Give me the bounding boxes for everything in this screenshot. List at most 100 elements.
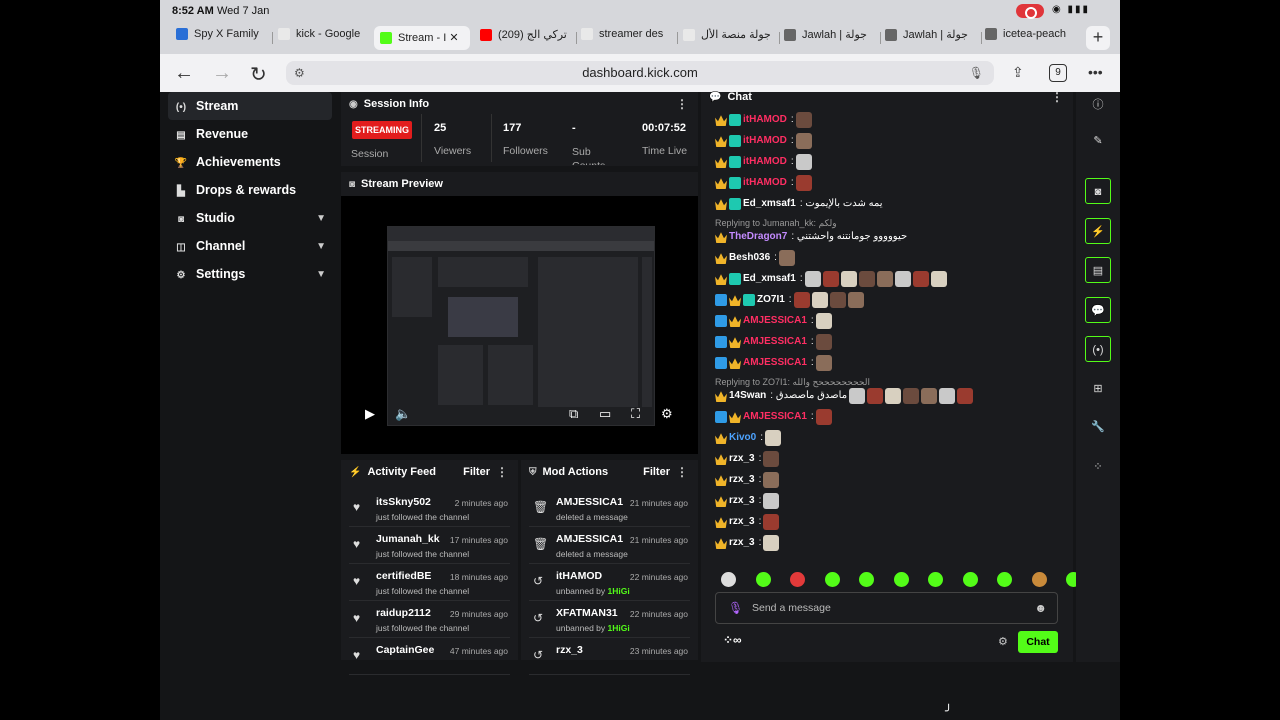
pip-icon[interactable]: ⧉: [569, 406, 578, 422]
tab-6[interactable]: جولة منصة الأل: [683, 28, 775, 48]
sidebar-item-channel[interactable]: ◫ Channel ▼: [168, 232, 332, 260]
send-chat-button[interactable]: Chat: [1018, 631, 1058, 653]
volume-icon[interactable]: 🔈: [395, 406, 411, 422]
back-icon[interactable]: ←: [174, 62, 194, 85]
chevron-down-icon[interactable]: ▼: [316, 209, 326, 229]
forward-icon[interactable]: →: [212, 62, 232, 85]
username[interactable]: AMJESSICA1: [556, 496, 623, 508]
chat-username[interactable]: rzx_3: [729, 453, 755, 464]
moderator-name[interactable]: 1HiGi: [608, 623, 630, 633]
new-tab-button[interactable]: +: [1086, 26, 1110, 50]
kebab-icon[interactable]: ⋮: [676, 460, 688, 484]
settings-icon[interactable]: ⚙: [661, 406, 673, 422]
chat-username[interactable]: rzx_3: [729, 474, 755, 485]
chat-username[interactable]: itHAMOD: [743, 177, 787, 188]
screen-record-icon[interactable]: [1016, 4, 1044, 19]
emoji-icon[interactable]: ☻: [1034, 601, 1047, 615]
quick-emote-icon[interactable]: [962, 572, 978, 587]
activity-filter-button[interactable]: Filter: [463, 460, 490, 484]
chat-username[interactable]: Ed_xmsaf1: [743, 273, 796, 284]
sidebar-item-stream[interactable]: (•) Stream: [168, 92, 332, 120]
sidebar-item-drops[interactable]: ▙ Drops & rewards: [168, 176, 332, 204]
moderator-name[interactable]: 1HiGi: [608, 586, 630, 596]
kebab-icon[interactable]: ⋮: [496, 460, 508, 484]
chat-username[interactable]: rzx_3: [729, 495, 755, 506]
tab-8[interactable]: Jawlah | جولة: [885, 28, 977, 48]
username[interactable]: AMJESSICA1: [556, 533, 623, 545]
tab-5[interactable]: streamer des: [581, 28, 673, 48]
wrench-icon[interactable]: 🔧: [1085, 414, 1111, 440]
microphone-icon[interactable]: 🎙: [969, 61, 984, 85]
notes-icon[interactable]: ▤: [1085, 257, 1111, 283]
quick-emote-icon[interactable]: [1031, 572, 1047, 587]
chat-username[interactable]: AMJESSICA1: [743, 411, 807, 422]
kebab-icon[interactable]: ⋮: [676, 92, 688, 116]
chat-username[interactable]: Besh036: [729, 252, 770, 263]
share-icon[interactable]: ⇪: [1012, 64, 1024, 81]
chat-username[interactable]: AMJESSICA1: [743, 315, 807, 326]
quick-emote-icon[interactable]: [721, 572, 736, 587]
quick-emote-icon[interactable]: [824, 572, 840, 587]
username[interactable]: XFATMAN31: [556, 607, 618, 619]
layout-icon[interactable]: ⊞: [1085, 376, 1111, 402]
username[interactable]: CaptainGee: [376, 644, 434, 656]
chevron-down-icon[interactable]: ▼: [316, 265, 326, 285]
bolt-icon[interactable]: ⚡: [1085, 218, 1111, 244]
quick-emote-icon[interactable]: [928, 572, 943, 587]
mod-filter-button[interactable]: Filter: [643, 460, 670, 484]
close-tab-icon[interactable]: ✕: [446, 32, 458, 44]
sidebar-item-studio[interactable]: ◙ Studio ▼: [168, 204, 332, 232]
chat-username[interactable]: TheDragon7: [729, 231, 787, 242]
microphone-icon[interactable]: 🎙: [728, 601, 743, 615]
broadcast-icon[interactable]: (•): [1085, 336, 1111, 362]
chat-username[interactable]: itHAMOD: [743, 135, 787, 146]
chat-settings-icon[interactable]: ⚙: [998, 635, 1008, 648]
username[interactable]: Jumanah_kk: [376, 533, 440, 545]
tab-3[interactable]: Stream - I ✕: [374, 26, 470, 50]
quick-emote-icon[interactable]: [859, 572, 874, 587]
tab-4[interactable]: (209) تركي الج: [480, 28, 572, 48]
chat-username[interactable]: AMJESSICA1: [743, 357, 807, 368]
channel-points-icon[interactable]: ⁘∞: [723, 633, 742, 647]
sidebar-item-revenue[interactable]: ▤ Revenue: [168, 120, 332, 148]
tab-1[interactable]: Spy X Family: [176, 28, 268, 48]
tab-9[interactable]: icetea-peach: [985, 28, 1069, 48]
chat-username[interactable]: itHAMOD: [743, 114, 787, 125]
video-player[interactable]: ▶ 🔈 ⧉ ▭ ⛶ ⚙: [341, 196, 698, 454]
theater-icon[interactable]: ▭: [599, 406, 611, 422]
username[interactable]: certifiedBE: [376, 570, 431, 582]
edit-icon[interactable]: ✎: [1085, 128, 1111, 154]
sidebar-item-settings[interactable]: ⚙ Settings ▼: [168, 260, 332, 288]
info-icon[interactable]: ⓘ: [1085, 92, 1111, 118]
chat-username[interactable]: AMJESSICA1: [743, 336, 807, 347]
username[interactable]: itsSkny502: [376, 496, 431, 508]
reload-icon[interactable]: ↻: [250, 62, 267, 87]
chat-username[interactable]: itHAMOD: [743, 156, 787, 167]
chat-username[interactable]: rzx_3: [729, 537, 755, 548]
fullscreen-icon[interactable]: ⛶: [631, 406, 640, 422]
chat-username[interactable]: rzx_3: [729, 516, 755, 527]
sidebar-item-achievements[interactable]: 🏆 Achievements: [168, 148, 332, 176]
chevron-down-icon[interactable]: ▼: [316, 237, 326, 257]
message-input[interactable]: 🎙 Send a message ☻: [715, 592, 1058, 624]
quick-emote-icon[interactable]: [790, 572, 805, 587]
more-icon[interactable]: •••: [1088, 64, 1103, 80]
address-field[interactable]: ⚙ dashboard.kick.com 🎙: [286, 61, 994, 85]
tab-7[interactable]: Jawlah | جولة: [784, 28, 876, 48]
tab-2[interactable]: kick - Google: [278, 28, 368, 48]
play-icon[interactable]: ▶: [365, 406, 375, 422]
username[interactable]: rzx_3: [556, 644, 583, 656]
username[interactable]: itHAMOD: [556, 570, 602, 582]
quick-emote-icon[interactable]: [755, 572, 771, 587]
chat-username[interactable]: Ed_xmsaf1: [743, 198, 796, 209]
quick-emote-icon[interactable]: [893, 572, 909, 587]
quick-emote-icon[interactable]: [997, 572, 1012, 587]
tab-count-button[interactable]: 9: [1049, 64, 1067, 82]
chat-username[interactable]: ZO7I1: [757, 294, 785, 305]
chat-icon[interactable]: 💬: [1085, 297, 1111, 323]
apps-icon[interactable]: ⁘: [1085, 454, 1111, 480]
site-settings-icon[interactable]: ⚙: [294, 61, 305, 85]
username[interactable]: raidup2112: [376, 607, 431, 619]
chat-username[interactable]: 14Swan: [729, 390, 766, 401]
kebab-icon[interactable]: ⋮: [1051, 91, 1063, 103]
